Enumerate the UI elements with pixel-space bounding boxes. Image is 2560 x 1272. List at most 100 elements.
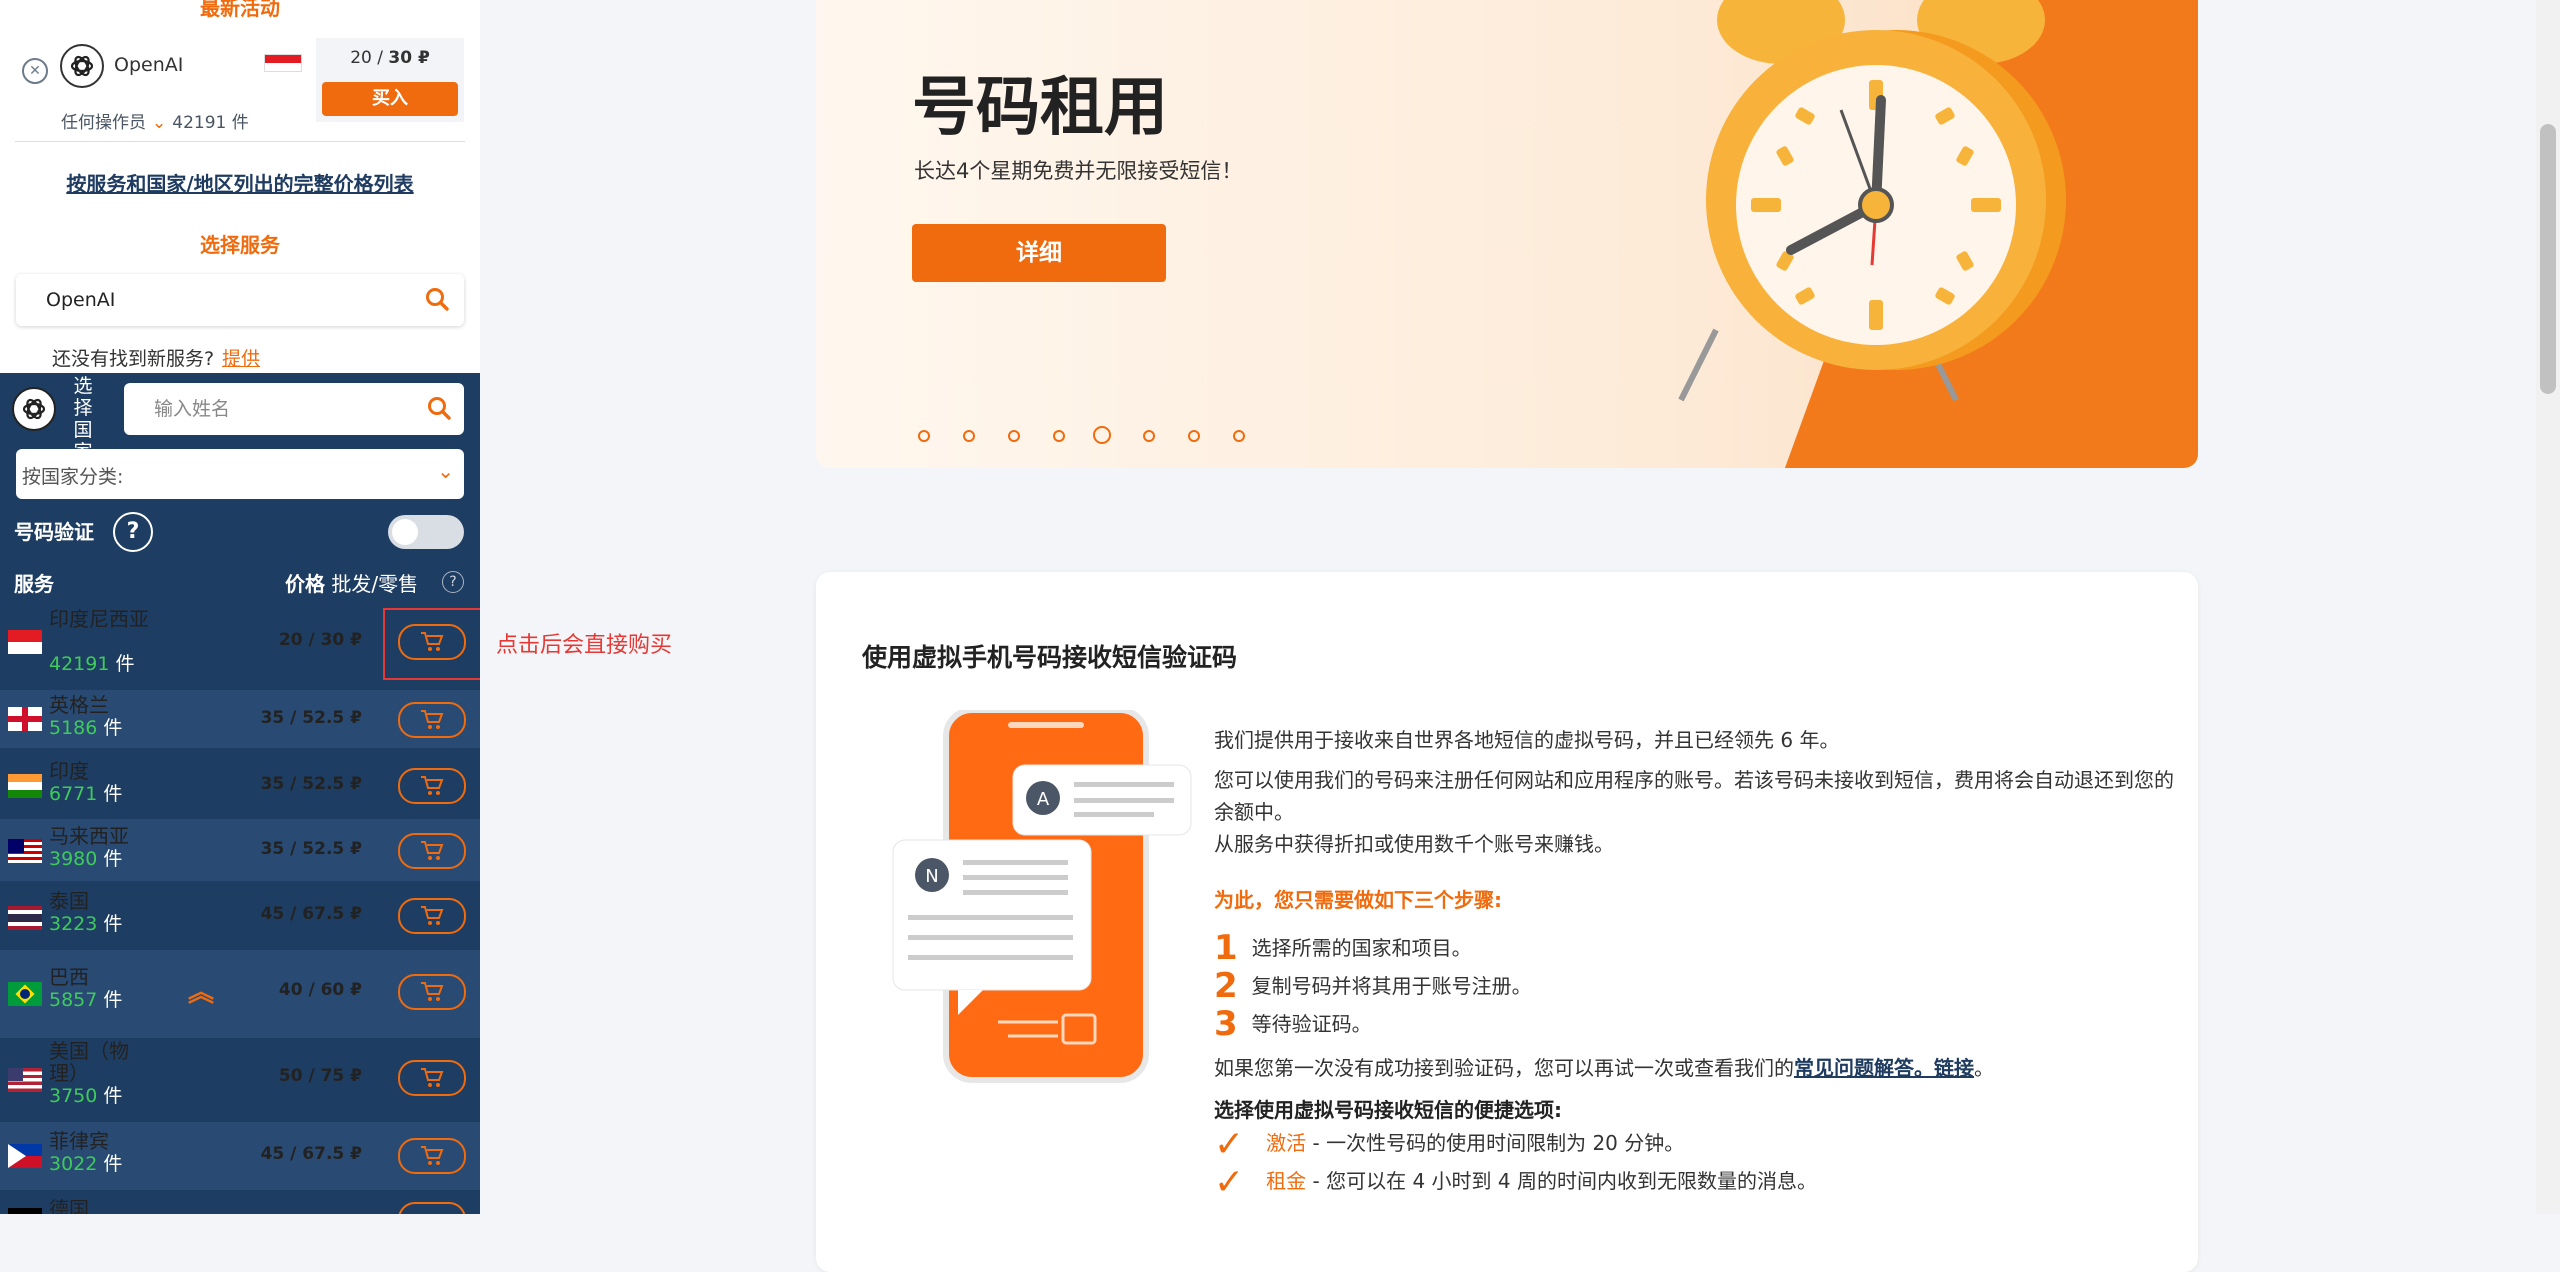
verify-toggle[interactable] [388, 515, 464, 549]
country-price: 45 / 67.5 ₽ [260, 904, 362, 924]
card-paragraph-3: 从服务中获得折扣或使用数千个账号来赚钱。 [1214, 832, 1614, 856]
cart-icon [421, 841, 444, 860]
country-price: 40 / 60 ₽ [278, 980, 362, 1000]
country-row[interactable]: 巴西 5857 件 ︽ 40 / 60 ₽ [0, 950, 480, 1038]
usa-flag-icon [8, 1068, 42, 1092]
indonesia-flag-icon [264, 54, 302, 72]
sidebar: 最新活动 ✕ OpenAI 20 / 30 ₽ 买入 任何操作员 ⌄ 42191 件 [0, 0, 480, 1214]
count-unit: 件 [103, 848, 123, 870]
option-key[interactable]: 租金 [1266, 1169, 1306, 1193]
openai-logo-icon [12, 387, 56, 431]
carousel-dot[interactable] [1008, 430, 1020, 442]
count-unit: 件 [103, 1153, 123, 1175]
country-row[interactable]: 德国 [0, 1190, 480, 1214]
retry-paragraph: 如果您第一次没有成功接到验证码，您可以再试一次或查看我们的常见问题解答。链接。 [1214, 1052, 2174, 1084]
country-row[interactable]: 泰国 3223 件 45 / 67.5 ₽ [0, 884, 480, 950]
malaysia-flag-icon [8, 839, 42, 863]
cart-button[interactable] [398, 1138, 466, 1174]
promo-price: 20 / 30 ₽ [316, 48, 464, 68]
promo-price-sep: / [371, 48, 389, 68]
provide-link[interactable]: 提供 [222, 348, 260, 370]
operator-select[interactable]: 任何操作员 ⌄ 42191 件 [61, 108, 249, 133]
service-search-input[interactable] [44, 288, 408, 312]
country-search [124, 383, 464, 435]
country-row[interactable]: 马来西亚 3980 件 35 / 52.5 ₽ [0, 819, 480, 881]
column-price: 价格 批发/零售 [285, 568, 418, 597]
search-icon[interactable] [426, 395, 452, 425]
column-price-label: 价格 [285, 572, 325, 596]
sort-placeholder: 按国家分类: [22, 466, 124, 488]
retry-text: 如果您第一次没有成功接到验证码，您可以再试一次或查看我们的 [1214, 1056, 1794, 1080]
carousel-dot[interactable] [963, 430, 975, 442]
promo-price-retail: 30 ₽ [388, 48, 430, 68]
england-flag-icon [8, 707, 42, 731]
step-text: 等待验证码。 [1251, 1012, 1372, 1036]
highlight-box [383, 608, 480, 680]
carousel-dot[interactable] [1188, 430, 1200, 442]
details-button[interactable]: 详细 [912, 224, 1166, 282]
count-number: 3223 [49, 913, 98, 935]
cart-icon [421, 982, 444, 1001]
country-name: 印度尼西亚 [49, 607, 149, 631]
scrollbar-thumb[interactable] [2540, 124, 2556, 394]
faq-link[interactable]: 常见问题解答。链接 [1794, 1056, 1974, 1080]
check-icon: ✓ [1214, 1162, 1245, 1203]
carousel-dot[interactable] [1233, 430, 1245, 442]
count-number: 42191 [49, 653, 110, 675]
country-row[interactable]: 美国（物理） 3750 件 50 / 75 ₽ [0, 1038, 480, 1122]
carousel-dot[interactable] [1053, 430, 1065, 442]
divider [15, 141, 465, 142]
cart-button[interactable] [398, 898, 466, 934]
illustration-letter-n: N [925, 866, 938, 887]
country-count: 6771 件 [49, 783, 122, 805]
double-up-arrow-icon: ︽ [188, 978, 215, 1008]
promo-price-wholesale: 20 [350, 48, 372, 68]
cart-icon [421, 776, 444, 795]
close-icon[interactable]: ✕ [22, 58, 48, 84]
retry-end: 。 [1974, 1056, 1994, 1080]
cart-button[interactable] [398, 833, 466, 869]
cart-icon [421, 906, 444, 925]
cart-button[interactable] [398, 974, 466, 1010]
country-row[interactable]: 印度 6771 件 35 / 52.5 ₽ [0, 754, 480, 816]
country-row[interactable]: 英格兰 5186 件 35 / 52.5 ₽ [0, 690, 480, 748]
country-row[interactable]: 菲律宾 3022 件 45 / 67.5 ₽ [0, 1122, 480, 1190]
carousel-dot[interactable] [1143, 430, 1155, 442]
cart-button[interactable] [398, 1202, 466, 1214]
step-item: 2 复制号码并将其用于账号注册。 [1214, 966, 1532, 1006]
brazil-flag-icon [8, 982, 42, 1006]
illustration-letter-a: A [1037, 789, 1050, 810]
carousel-dot-active[interactable] [1093, 426, 1111, 444]
not-found-text: 还没有找到新服务? 提供 [52, 344, 260, 371]
cart-icon [421, 710, 444, 729]
option-text: - 您可以在 4 小时到 4 周的时间内收到无限数量的消息。 [1306, 1169, 1817, 1193]
step-number: 2 [1214, 966, 1238, 1006]
option-key[interactable]: 激活 [1266, 1131, 1306, 1155]
hero-banner: 号码租用 长达4个星期免费并无限接受短信！ 详细 [816, 0, 2198, 468]
country-search-input[interactable] [152, 397, 416, 421]
not-found-label: 还没有找到新服务? [52, 348, 215, 370]
cart-button[interactable] [398, 768, 466, 804]
country-count: 5186 件 [49, 717, 122, 739]
country-count: 3980 件 [49, 848, 122, 870]
phone-illustration: A N [892, 710, 1192, 1083]
info-card: 使用虚拟手机号码接收短信验证码 A N 我们提供用于接收来自世界各地短信的虚拟号… [816, 572, 2198, 1272]
openai-logo-icon [60, 44, 104, 88]
full-price-list-link[interactable]: 按服务和国家/地区列出的完整价格列表 [0, 168, 480, 197]
country-count: 5857 件 [49, 989, 122, 1011]
country-name: 美国（物理） [49, 1039, 129, 1085]
help-icon[interactable]: ? [113, 512, 153, 552]
step-text: 复制号码并将其用于账号注册。 [1251, 974, 1532, 998]
country-name: 印度 [49, 759, 89, 783]
buy-button[interactable]: 买入 [322, 82, 458, 116]
check-icon: ✓ [1214, 1124, 1245, 1165]
carousel-dot[interactable] [918, 430, 930, 442]
cart-button[interactable] [398, 702, 466, 738]
help-icon[interactable]: ? [442, 571, 464, 593]
page-scrollbar[interactable] [2536, 0, 2560, 1214]
count-number: 3750 [49, 1085, 98, 1107]
country-sort-select[interactable]: 按国家分类: ⌄ [16, 449, 464, 499]
cart-button[interactable] [398, 1060, 466, 1096]
banner-subtitle: 长达4个星期免费并无限接受短信！ [914, 159, 1243, 183]
search-icon[interactable] [424, 286, 450, 316]
